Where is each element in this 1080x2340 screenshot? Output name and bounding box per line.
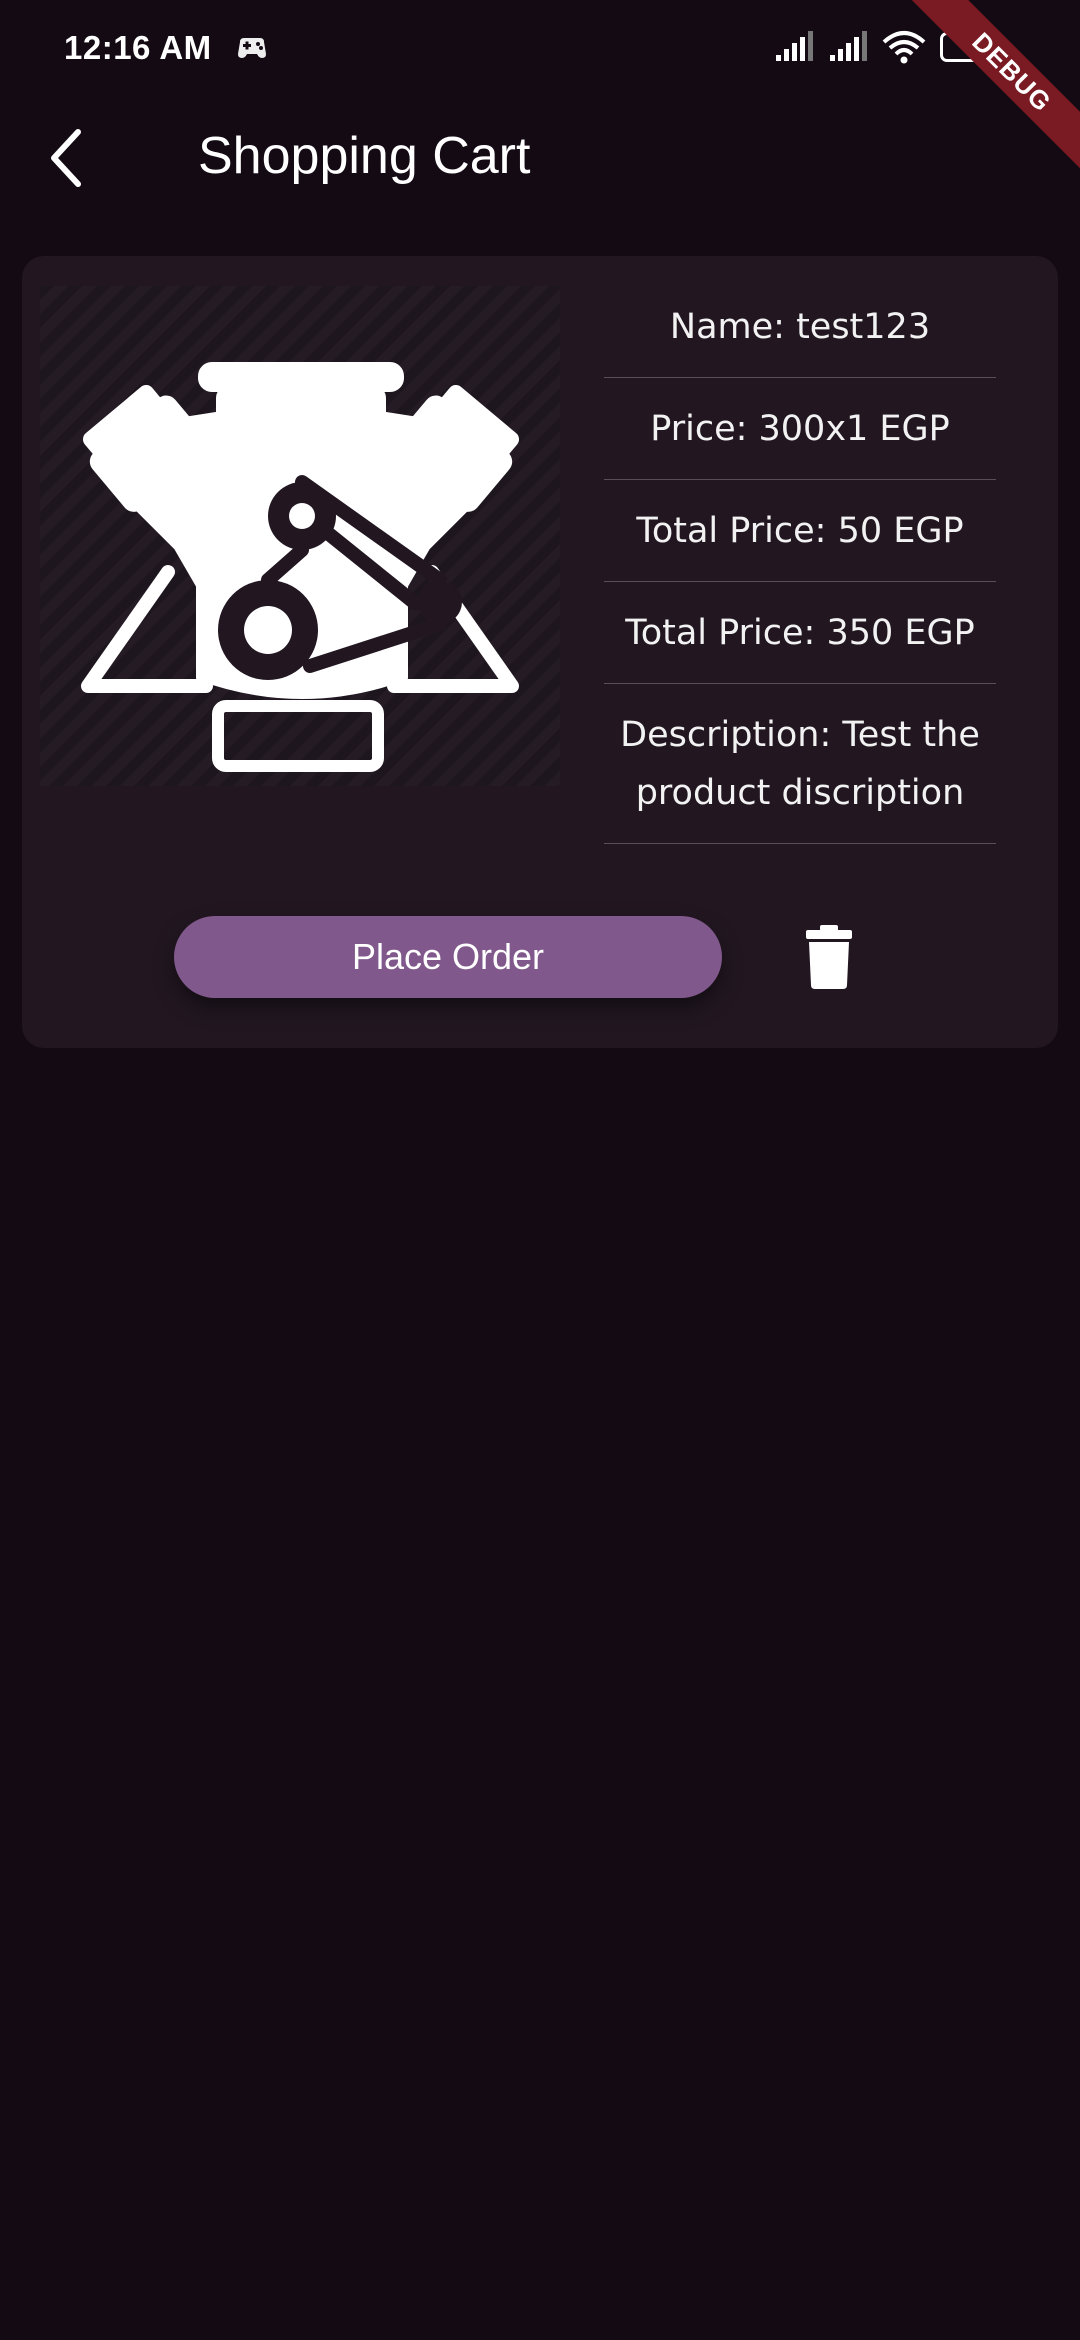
app-bar: Shopping Cart bbox=[0, 96, 1080, 220]
screen: 12:16 AM DEBUG Shopping Cart Name: test1… bbox=[0, 0, 1080, 2340]
description-line: Description: Test the bbox=[620, 714, 980, 755]
place-order-button[interactable]: Place Order bbox=[174, 916, 722, 998]
product-description: Description: Test the product discriptio… bbox=[604, 684, 996, 844]
trash-icon bbox=[806, 925, 852, 989]
description-line: product discription bbox=[635, 772, 965, 813]
product-image bbox=[40, 286, 560, 786]
chevron-left-icon bbox=[51, 129, 81, 187]
delete-button[interactable] bbox=[788, 916, 870, 998]
cart-item-card: Name: test123 Price: 300x1 EGP Total Pri… bbox=[22, 256, 1058, 1048]
total-price: Total Price: 50 EGP bbox=[604, 480, 996, 582]
back-button[interactable] bbox=[30, 122, 102, 194]
game-controller-icon bbox=[237, 38, 266, 58]
product-price: Price: 300x1 EGP bbox=[604, 378, 996, 480]
engine-icon bbox=[81, 362, 520, 772]
signal-icon bbox=[776, 31, 813, 61]
total-price: Total Price: 350 EGP bbox=[604, 582, 996, 684]
status-time: 12:16 AM bbox=[64, 29, 212, 66]
product-details: Name: test123 Price: 300x1 EGP Total Pri… bbox=[604, 276, 996, 844]
page-title: Shopping Cart bbox=[198, 127, 531, 185]
status-bar: 12:16 AM bbox=[0, 0, 1080, 96]
product-name: Name: test123 bbox=[604, 276, 996, 378]
wifi-icon bbox=[882, 31, 926, 64]
signal-icon bbox=[830, 31, 867, 61]
